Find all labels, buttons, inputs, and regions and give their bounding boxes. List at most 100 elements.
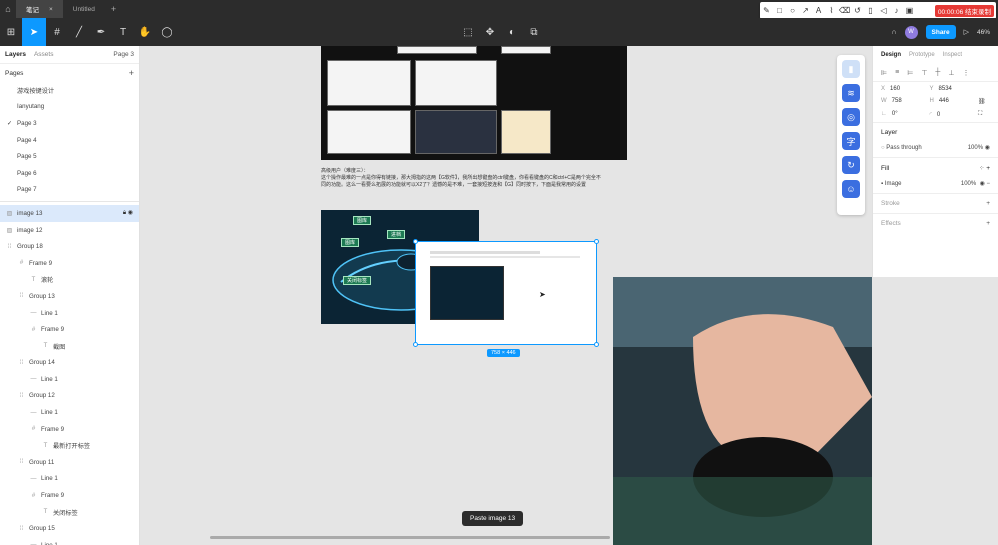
undo-icon[interactable]: ↺ [851, 2, 864, 19]
stop-recording-button[interactable]: 00:00:06 结束录制 [934, 4, 994, 17]
ellipse-icon[interactable]: ○ [786, 2, 799, 19]
add-tab-icon[interactable]: + [105, 4, 122, 14]
planet-icon[interactable]: ◎ [842, 108, 860, 126]
layer-row[interactable]: —Line 1 [0, 371, 139, 388]
tab-inspect[interactable]: Inspect [943, 52, 962, 58]
add-effect-icon[interactable]: + [986, 220, 990, 227]
align-center-icon[interactable]: ≡ [895, 69, 899, 76]
layer-row[interactable]: ⁞⁞ Group 14 [0, 355, 139, 372]
selected-image-13[interactable]: ➤ [413, 239, 599, 347]
page-selector[interactable]: Page 3 [113, 51, 134, 58]
text-tool-icon[interactable]: T [112, 18, 134, 46]
character-icon[interactable]: 字 [842, 132, 860, 150]
corner-options-icon[interactable]: ⛶ [978, 111, 990, 118]
layers-stack-icon[interactable]: ≋ [842, 84, 860, 102]
resize-handle[interactable] [594, 239, 599, 244]
tab-layers[interactable]: Layers [5, 51, 26, 58]
page-item[interactable]: 游戏按键设计 [0, 82, 139, 99]
height-field[interactable]: H 446 [930, 98, 979, 105]
distribute-icon[interactable]: ⋮ [963, 69, 970, 77]
rectangle-icon[interactable]: □ [773, 2, 786, 19]
hand-tool-icon[interactable]: ✋ [134, 18, 156, 46]
layer-row[interactable]: —Line 1 [0, 537, 139, 545]
microphone-icon[interactable]: ♪ [890, 2, 903, 19]
avatar[interactable]: W [904, 25, 918, 39]
layer-row[interactable]: ⁞⁞ Group 15 [0, 520, 139, 537]
resize-handle[interactable] [594, 342, 599, 347]
layer-row[interactable]: —Line 1 [0, 305, 139, 322]
align-top-icon[interactable]: ⊤ [921, 69, 927, 77]
tab-assets[interactable]: Assets [34, 51, 54, 58]
layer-row[interactable]: # Frame 9 [0, 487, 139, 504]
layer-row[interactable]: ▨ image 12 [0, 222, 139, 239]
align-bottom-icon[interactable]: ⊥ [948, 69, 954, 77]
refresh-icon[interactable]: ↻ [842, 156, 860, 174]
share-button[interactable]: Share [925, 25, 956, 39]
align-middle-icon[interactable]: ┼ [935, 69, 940, 76]
page-item[interactable]: ✓ Page 3 [0, 115, 139, 132]
layer-row[interactable]: ▨ image 13 🔒︎ ◉ [0, 205, 139, 222]
resize-handle[interactable] [413, 342, 418, 347]
close-icon[interactable]: × [49, 6, 53, 13]
present-icon[interactable]: ▷ [964, 28, 969, 36]
speaker-icon[interactable]: ◁ [877, 2, 890, 19]
image-swatch-icon[interactable]: ▪ [881, 181, 883, 187]
frame-tool-icon[interactable]: # [46, 18, 68, 46]
layer-row[interactable]: —Line 1 [0, 404, 139, 421]
comment-tool-icon[interactable]: ◯ [156, 18, 178, 46]
fill-opacity[interactable]: 100% [961, 181, 976, 187]
camera-icon[interactable]: ▣ [903, 2, 916, 19]
arrow-icon[interactable]: ↗ [799, 2, 812, 19]
page-item[interactable]: Page 4 [0, 132, 139, 149]
move-tool-icon[interactable]: ➤ [22, 18, 46, 46]
resize-handle[interactable] [413, 239, 418, 244]
screenshot-image[interactable] [321, 46, 627, 160]
panel-icon[interactable]: ▮ [842, 60, 860, 78]
fill-visibility-icon[interactable]: ◉ [980, 180, 985, 187]
layer-row[interactable]: # Frame 9 [0, 255, 139, 272]
text-icon[interactable]: A [812, 2, 825, 19]
headphones-icon[interactable]: ∩ [891, 29, 896, 36]
line-tool-icon[interactable]: ╱ [68, 18, 90, 46]
lock-visibility-icons[interactable]: 🔒︎ ◉ [123, 209, 133, 217]
add-fill-icon[interactable]: + [986, 165, 990, 172]
home-icon[interactable]: ⌂ [0, 0, 16, 18]
x-field[interactable]: X 160 [881, 86, 930, 92]
main-menu-icon[interactable]: ⊞ [0, 18, 22, 46]
layer-row[interactable]: ⁞⁞ Group 12 [0, 388, 139, 405]
mask-icon[interactable]: ◐ [501, 18, 523, 46]
crop-icon[interactable]: ⬚ [457, 18, 479, 46]
page-item[interactable]: Page 6 [0, 165, 139, 182]
align-right-icon[interactable]: ⊨ [907, 69, 913, 77]
eraser-icon[interactable]: ⌫ [838, 2, 851, 19]
page-item[interactable]: Page 7 [0, 182, 139, 199]
page-item[interactable]: Page 5 [0, 148, 139, 165]
highlighter-icon[interactable]: ⌇ [825, 2, 838, 19]
tab-notes[interactable]: 笔记 × [16, 0, 63, 18]
fill-grid-icon[interactable]: ⁘ [979, 164, 984, 172]
add-page-icon[interactable]: + [129, 68, 134, 78]
layer-row[interactable]: # Frame 9 [0, 421, 139, 438]
layer-row[interactable]: —Line 1 [0, 471, 139, 488]
canvas[interactable]: 高级用户（难度三）： 这个操作最难的一点是你得有链接，那大拇指的这两【G软件】，… [140, 46, 872, 545]
zoom-level[interactable]: 46% [977, 29, 990, 36]
layer-opacity[interactable]: 100% [968, 145, 983, 151]
constrain-icon[interactable]: ⛓ [978, 98, 990, 105]
layer-row[interactable]: T 关闭标签 [0, 504, 139, 521]
remove-fill-icon[interactable]: − [986, 181, 990, 187]
layer-row[interactable]: T 滚轮 [0, 272, 139, 289]
visibility-icon[interactable]: ◉ [985, 144, 990, 151]
rotation-field[interactable]: ∟ 0° [881, 111, 930, 118]
component-icon[interactable]: ✥ [479, 18, 501, 46]
horizontal-scrollbar[interactable] [210, 536, 610, 539]
radius-field[interactable]: ◜ 0 [930, 111, 979, 118]
tab-design[interactable]: Design [881, 52, 901, 58]
y-field[interactable]: Y 8534 [930, 86, 979, 92]
layer-row[interactable]: T 截图 [0, 338, 139, 355]
pen-tool-icon[interactable]: ✒ [90, 18, 112, 46]
blend-mode-select[interactable]: Pass through [886, 145, 921, 151]
resize-icon[interactable]: ⧉ [523, 18, 545, 46]
layer-row[interactable]: # Frame 9 [0, 321, 139, 338]
layer-row[interactable]: ⁞⁞ Group 11 [0, 454, 139, 471]
pen-icon[interactable]: ✎ [760, 2, 773, 19]
